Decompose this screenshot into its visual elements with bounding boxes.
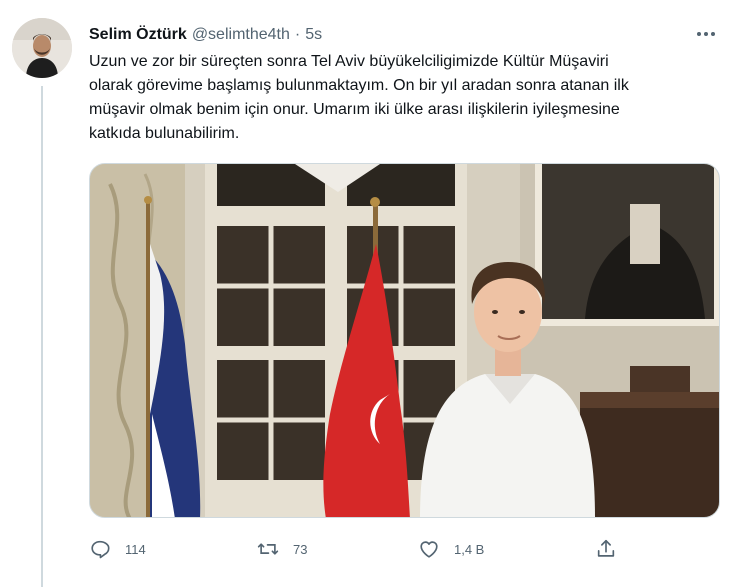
author-handle[interactable]: @selimthe4th <box>192 26 290 44</box>
tweet-photo[interactable] <box>89 163 720 518</box>
heart-icon <box>420 541 438 558</box>
thread-line <box>41 86 43 587</box>
avatar-image <box>12 18 72 78</box>
retweet-button[interactable]: 73 <box>257 532 307 566</box>
retweet-count: 73 <box>293 541 308 557</box>
timestamp[interactable]: 5s <box>305 26 322 44</box>
share-icon <box>597 539 615 557</box>
like-count: 1,4 B <box>454 541 485 557</box>
separator-dot: · <box>294 26 301 43</box>
reply-count: 114 <box>125 541 146 557</box>
reply-button[interactable]: 114 <box>89 532 146 566</box>
more-dot <box>711 32 715 36</box>
photo-scene <box>90 164 719 517</box>
tweet-text: Uzun ve zor bir süreçten sonra Tel Aviv … <box>89 53 629 142</box>
more-dot <box>697 32 701 36</box>
tweet-header: Selim Öztürk @selimthe4th · 5s <box>89 24 322 46</box>
avatar[interactable] <box>12 18 72 78</box>
retweet-icon <box>257 543 279 555</box>
reply-icon <box>91 540 110 559</box>
more-dot <box>704 32 708 36</box>
more-icon[interactable] <box>691 22 721 46</box>
author-name[interactable]: Selim Öztürk <box>89 26 187 44</box>
action-bar: 114 73 1,4 B <box>89 532 629 566</box>
like-button[interactable]: 1,4 B <box>418 532 484 566</box>
tweet[interactable]: Selim Öztürk @selimthe4th · 5s Uzun ve z… <box>0 0 735 587</box>
share-button[interactable] <box>595 532 617 566</box>
